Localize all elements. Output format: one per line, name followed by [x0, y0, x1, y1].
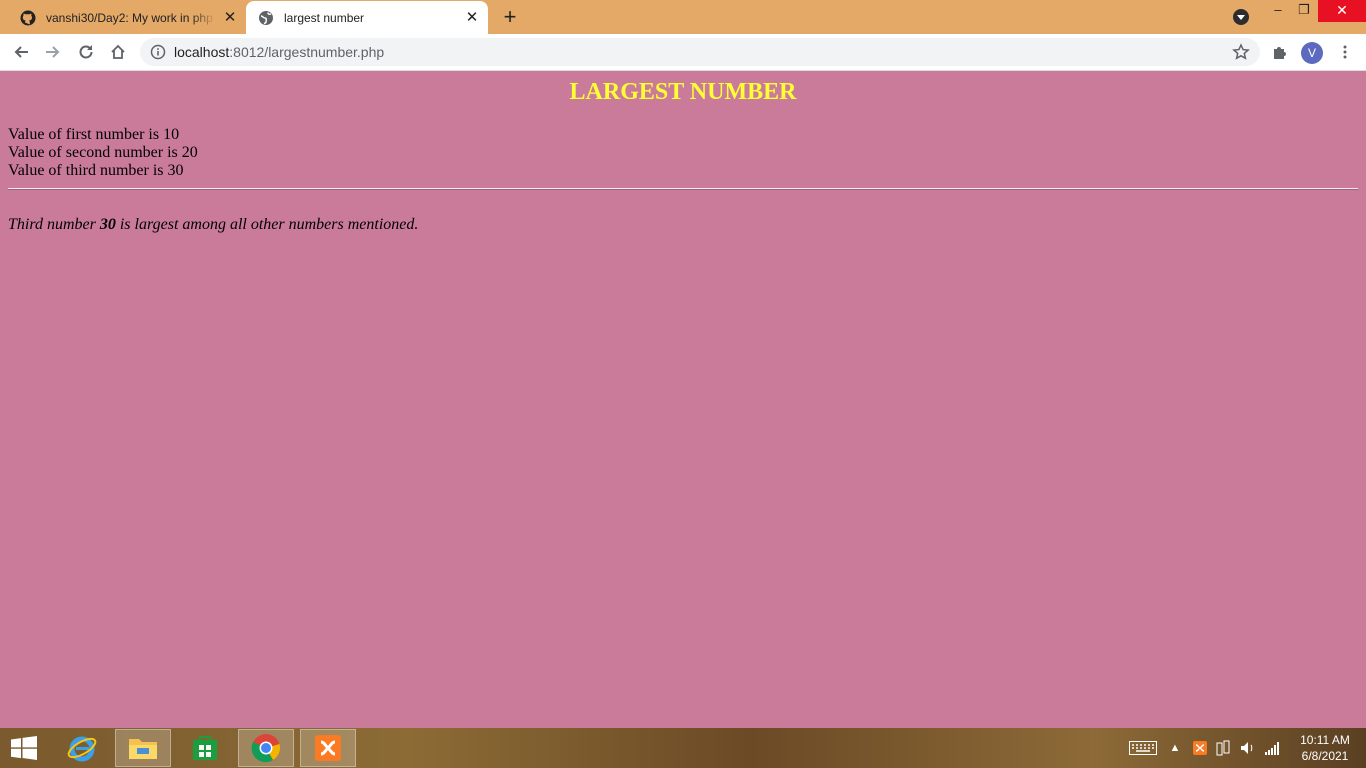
minimize-button[interactable]: ‒	[1264, 0, 1292, 22]
info-icon[interactable]	[150, 44, 166, 60]
url-text[interactable]: localhost:8012/largestnumber.php	[174, 44, 384, 60]
tab-strip: vanshi30/Day2: My work in php c ✕ larges…	[0, 0, 1366, 34]
home-icon[interactable]	[108, 42, 128, 62]
bookmark-star-icon[interactable]	[1232, 43, 1250, 61]
menu-kebab-icon[interactable]	[1335, 42, 1355, 62]
internet-explorer-icon[interactable]	[54, 729, 110, 767]
tab-title: largest number	[284, 10, 365, 25]
url-path: :8012/largestnumber.php	[229, 44, 385, 60]
page-title: LARGEST NUMBER	[569, 79, 797, 105]
reload-icon[interactable]	[76, 42, 96, 62]
result-suffix: is largest among all other numbers menti…	[115, 216, 419, 233]
store-icon[interactable]	[177, 729, 233, 767]
tab-largest-number[interactable]: largest number ✕	[246, 1, 488, 34]
forward-arrow-icon[interactable]	[43, 42, 63, 62]
result-sentence: Third number 30 is largest among all oth…	[8, 216, 418, 234]
file-explorer-icon[interactable]	[115, 729, 171, 767]
result-value: 30	[99, 216, 116, 233]
windows-start-icon[interactable]	[10, 736, 38, 760]
profile-avatar[interactable]: V	[1301, 42, 1323, 64]
third-number-line: Value of third number is 30	[8, 162, 184, 179]
address-bar[interactable]: localhost:8012/largestnumber.php	[140, 38, 1260, 66]
restore-button[interactable]: ❐	[1290, 0, 1318, 22]
globe-icon	[258, 10, 274, 26]
github-icon	[20, 10, 36, 26]
system-clock[interactable]: 10:11 AM 6/8/2021	[1290, 732, 1360, 764]
show-hidden-icons-chevron-icon[interactable]: ▲	[1168, 740, 1182, 756]
page-content: LARGEST NUMBER Value of first number is …	[0, 71, 1366, 728]
xampp-icon[interactable]	[300, 729, 356, 767]
result-prefix: Third number	[8, 216, 100, 233]
chrome-icon[interactable]	[238, 729, 294, 767]
close-window-button[interactable]: ✕	[1318, 0, 1366, 22]
browser-toolbar: localhost:8012/largestnumber.php V	[0, 34, 1366, 71]
tab-search-icon[interactable]	[1233, 9, 1249, 25]
device-tray-icon[interactable]	[1214, 740, 1232, 756]
number-list: Value of first number is 10 Value of sec…	[8, 126, 198, 180]
first-number-line: Value of first number is 10	[8, 126, 180, 143]
close-tab-icon[interactable]: ✕	[222, 9, 238, 26]
tab-title: vanshi30/Day2: My work in php c	[46, 10, 216, 25]
tab-github[interactable]: vanshi30/Day2: My work in php c ✕	[8, 1, 246, 34]
extensions-puzzle-icon[interactable]	[1270, 42, 1290, 62]
xampp-tray-icon[interactable]	[1191, 740, 1209, 756]
second-number-line: Value of second number is 20	[8, 144, 198, 161]
clock-date: 6/8/2021	[1301, 749, 1349, 763]
new-tab-button[interactable]: +	[500, 6, 520, 28]
back-arrow-icon[interactable]	[11, 42, 31, 62]
clock-time: 10:11 AM	[1300, 733, 1350, 747]
horizontal-rule	[8, 188, 1358, 190]
network-signal-icon[interactable]	[1263, 740, 1281, 756]
taskbar: ▲ 10:11 AM 6/8/2021	[0, 728, 1366, 768]
touch-keyboard-icon[interactable]	[1128, 740, 1158, 756]
close-tab-icon[interactable]: ✕	[464, 9, 480, 26]
volume-icon[interactable]	[1239, 740, 1257, 756]
url-host: localhost	[174, 44, 230, 60]
